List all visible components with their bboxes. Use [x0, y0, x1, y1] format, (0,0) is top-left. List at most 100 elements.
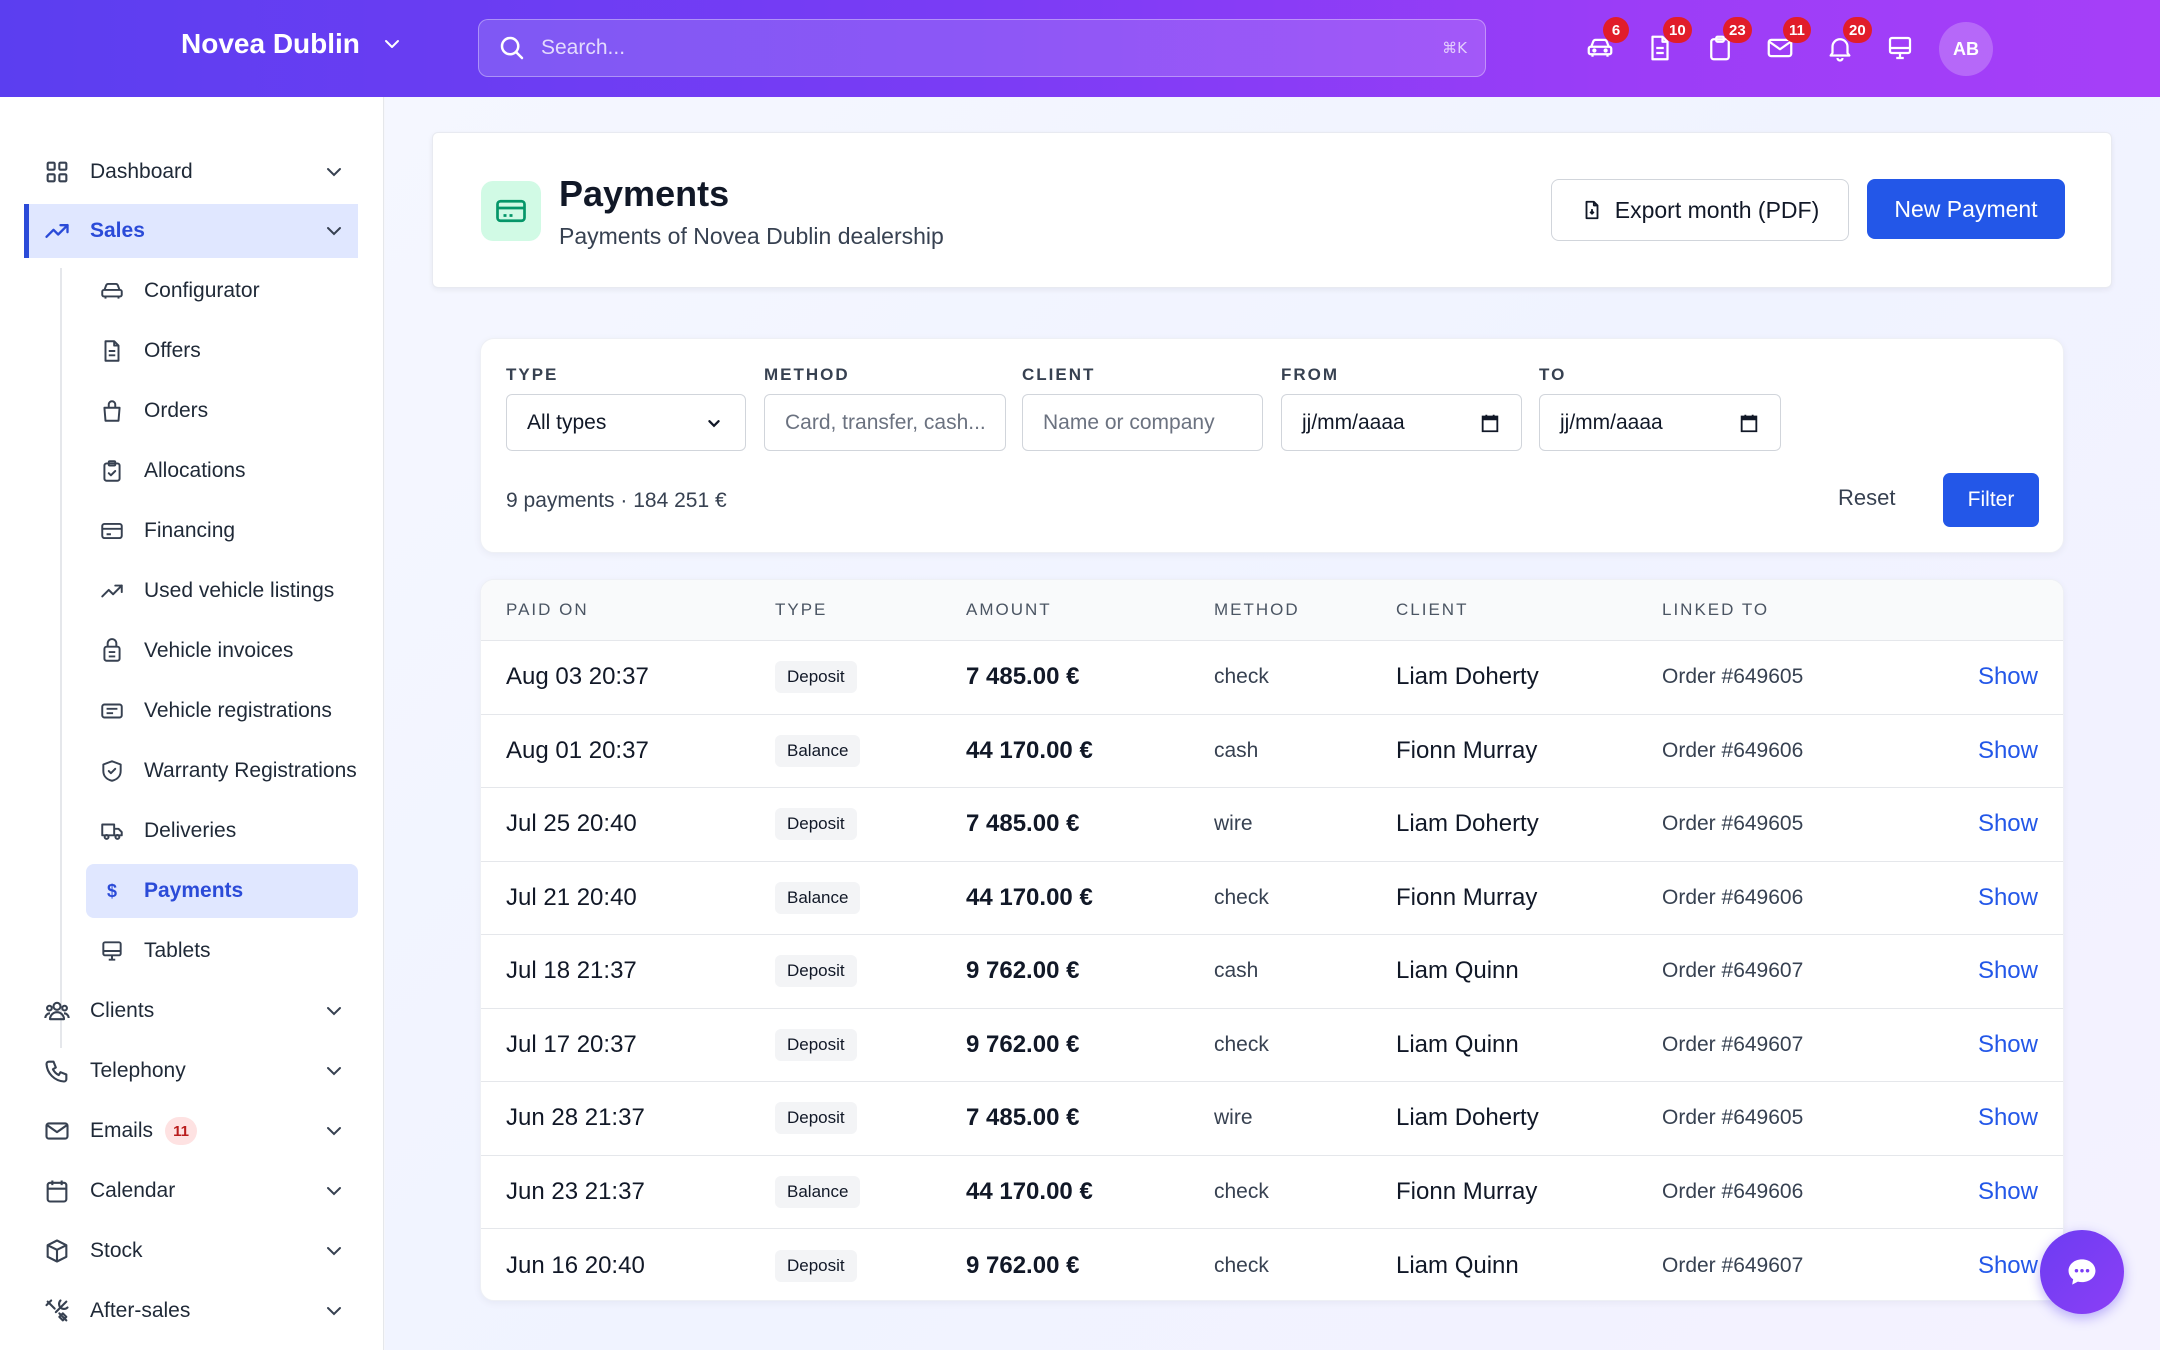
sidebar-item-used-vehicle-listings[interactable]: Used vehicle listings [86, 564, 358, 618]
show-link[interactable]: Show [1978, 810, 2038, 838]
show-link[interactable]: Show [1978, 1031, 2038, 1059]
table-row: Jul 25 20:40 Deposit 7 485.00 € wire Liam Do… [481, 788, 2063, 862]
box-icon [42, 1236, 72, 1266]
show-link[interactable]: Show [1978, 1178, 2038, 1206]
client-input[interactable] [1043, 410, 1242, 435]
payment-linked-order: Order #649606 [1662, 1179, 1804, 1203]
sidebar-item-tablets[interactable]: Tablets [86, 924, 358, 978]
method-filter-label: METHOD [764, 365, 850, 384]
sidebar-item-dashboard[interactable]: Dashboard [24, 145, 358, 199]
show-link[interactable]: Show [1978, 737, 2038, 765]
show-link[interactable]: Show [1978, 1252, 2038, 1280]
sidebar-item-allocations[interactable]: Allocations [86, 444, 358, 498]
sidebar-item-emails[interactable]: Emails 11 [24, 1104, 358, 1158]
notification-badge: 6 [1603, 17, 1629, 43]
documents-button[interactable]: 10 [1630, 17, 1692, 76]
sidebar-item-vehicle-invoices[interactable]: Vehicle invoices [86, 624, 358, 678]
type-filter-label: TYPE [506, 365, 559, 384]
payment-linked-order: Order #649605 [1662, 665, 1804, 689]
payment-amount: 7 485.00 € [966, 663, 1080, 691]
to-filter-label: TO [1539, 365, 1567, 384]
table-header: PAID ON TYPE AMOUNT METHOD CLIENT LINKED… [481, 580, 2063, 641]
payment-method: cash [1214, 959, 1259, 983]
sidebar-item-deliveries[interactable]: Deliveries [86, 804, 358, 858]
sidebar-item-label: Allocations [144, 459, 246, 482]
payment-date: Jun 23 21:37 [506, 1177, 645, 1205]
calendar-icon [42, 1176, 72, 1206]
sidebar-item-orders[interactable]: Orders [86, 384, 358, 438]
table-row: Jun 28 21:37 Deposit 7 485.00 € wire Liam Do… [481, 1082, 2063, 1156]
show-link[interactable]: Show [1978, 884, 2038, 912]
sales-subtree-line [60, 268, 62, 1048]
payment-amount: 9 762.00 € [966, 957, 1080, 985]
from-filter-label: FROM [1281, 365, 1340, 384]
payment-type-badge: Deposit [775, 1249, 857, 1282]
chat-button[interactable] [2040, 1230, 2124, 1314]
from-date-value: jj/mm/aaaa [1302, 410, 1405, 434]
sidebar-item-vehicle-registrations[interactable]: Vehicle registrations [86, 684, 358, 738]
sidebar-item-configurator[interactable]: Configurator [86, 264, 358, 318]
chevron-down-icon [327, 1127, 341, 1136]
user-avatar[interactable]: AB [1939, 22, 1993, 76]
table-row: Jul 21 20:40 Balance 44 170.00 € check Fionn… [481, 862, 2063, 935]
show-link[interactable]: Show [1978, 663, 2038, 691]
payment-client: Liam Quinn [1396, 1030, 1519, 1058]
search-box[interactable]: ⌘K [478, 19, 1486, 77]
table-row: Jul 17 20:37 Deposit 9 762.00 € check Liam Q… [481, 1009, 2063, 1082]
sidebar-item-label: Orders [144, 399, 209, 422]
type-select-value: All types [527, 410, 607, 434]
new-payment-button[interactable]: New Payment [1867, 179, 2065, 239]
sidebar-item-label: Used vehicle listings [144, 579, 335, 602]
sidebar-item-telephony[interactable]: Telephony [24, 1044, 358, 1098]
calendar-icon[interactable] [1479, 412, 1501, 434]
sidebar-item-payments[interactable]: $ Payments [86, 864, 358, 918]
chevron-down-icon [708, 419, 720, 427]
payment-date: Jul 18 21:37 [506, 957, 637, 985]
sidebar-item-offers[interactable]: Offers [86, 324, 358, 378]
sidebar-item-stock[interactable]: Stock [24, 1224, 358, 1278]
display-button[interactable] [1870, 20, 1930, 76]
payment-amount: 44 170.00 € [966, 1177, 1093, 1205]
dealership-switcher[interactable]: Novea Dublin [181, 28, 404, 60]
sidebar-item-label: Warranty Registrations [144, 759, 357, 782]
show-link[interactable]: Show [1978, 1104, 2038, 1132]
vehicles-button[interactable]: 6 [1570, 17, 1630, 76]
notification-badge: 20 [1843, 17, 1872, 43]
payment-date: Jun 16 20:40 [506, 1251, 645, 1279]
messages-button[interactable]: 11 [1750, 17, 1811, 76]
payment-method: check [1214, 1253, 1269, 1277]
to-date-field[interactable]: jj/mm/aaaa [1539, 394, 1781, 451]
notifications-button[interactable]: 20 [1810, 17, 1872, 76]
show-link[interactable]: Show [1978, 957, 2038, 985]
type-select[interactable]: All types [506, 394, 746, 451]
dollar-icon: $ [106, 880, 117, 901]
chevron-down-icon [384, 40, 399, 48]
tasks-button[interactable]: 23 [1690, 17, 1752, 76]
payment-method: check [1214, 1179, 1269, 1203]
sidebar-item-label: Sales [90, 219, 145, 242]
sidebar-item-financing[interactable]: Financing [86, 504, 358, 558]
from-date-field[interactable]: jj/mm/aaaa [1281, 394, 1522, 451]
tools-icon [42, 1296, 72, 1326]
sidebar-item-clients[interactable]: Clients [24, 984, 358, 1038]
filter-button[interactable]: Filter [1943, 473, 2039, 527]
page-title: Payments [559, 173, 730, 214]
sidebar-item-sales[interactable]: Sales [24, 204, 358, 258]
export-month-button[interactable]: Export month (PDF) [1551, 179, 1849, 241]
sidebar-item-calendar[interactable]: Calendar [24, 1164, 358, 1218]
client-field[interactable] [1022, 394, 1263, 451]
payment-type-badge: Deposit [775, 1028, 857, 1061]
chevron-down-icon [327, 1007, 341, 1016]
payment-date: Jul 25 20:40 [506, 810, 637, 838]
method-input[interactable] [785, 410, 985, 435]
sidebar-item-label: Offers [144, 339, 201, 362]
sidebar-item-warranty-registrations[interactable]: Warranty Registrations [86, 744, 358, 798]
shield-icon [98, 757, 126, 785]
sidebar-item-after-sales[interactable]: After-sales [24, 1284, 358, 1338]
reset-button[interactable]: Reset [1838, 485, 1895, 511]
calendar-icon[interactable] [1738, 412, 1760, 434]
method-field[interactable] [764, 394, 1006, 451]
chat-icon [2068, 1259, 2096, 1285]
search-input[interactable] [541, 36, 1443, 60]
column-header-type: TYPE [775, 600, 828, 619]
